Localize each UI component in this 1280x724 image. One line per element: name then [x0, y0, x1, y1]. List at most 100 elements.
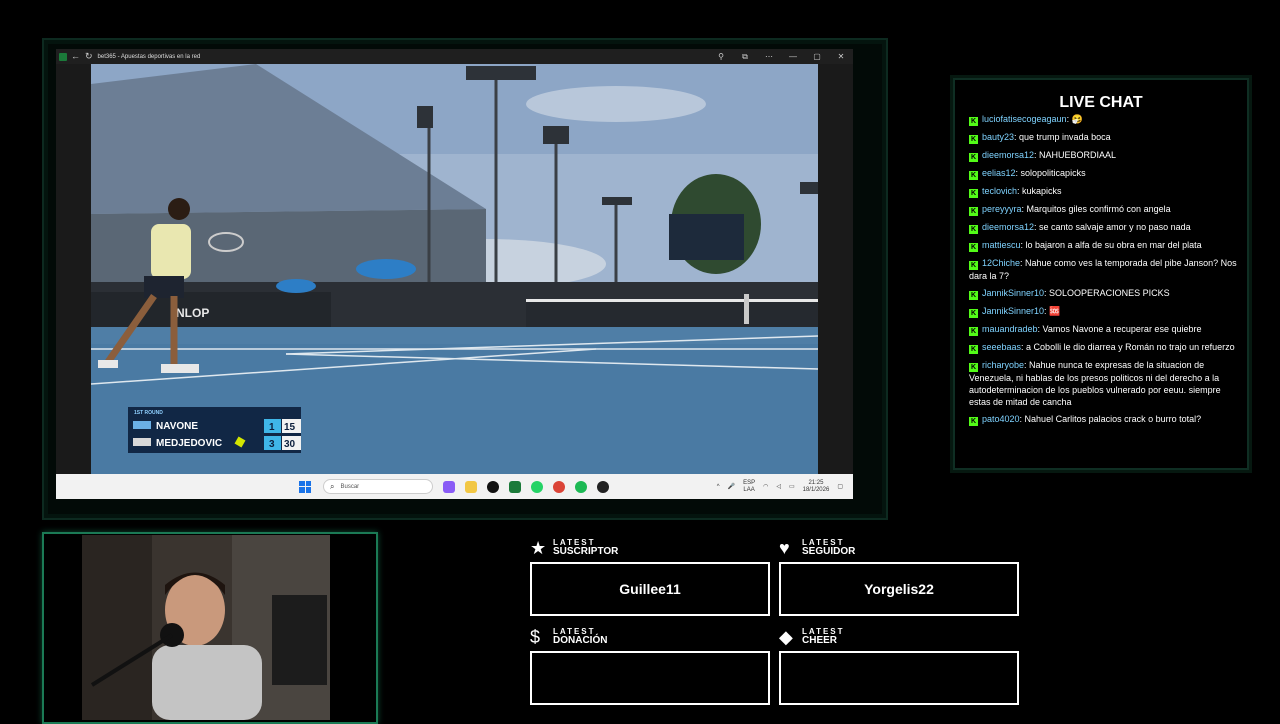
chat-text: : que trump invada boca [1014, 132, 1111, 142]
chat-message-list[interactable]: Kluciofatisecogeagaun: 🤧 Kbauty23: que tr… [969, 113, 1239, 453]
bet365-app-icon[interactable] [509, 480, 521, 493]
latest-cheer-value [779, 651, 1019, 705]
chat-message: K 12Chiche: Nahue como ves la temporada d… [969, 257, 1239, 282]
webcam-video [82, 535, 330, 720]
sponsor-text: NLOP [176, 306, 209, 320]
more-menu-icon[interactable]: ⋯ [757, 52, 781, 61]
chat-title: LIVE CHAT [1059, 94, 1143, 111]
chat-message: Kdieemorsa12: se canto salvaje amor y no… [969, 221, 1239, 234]
chrome-icon[interactable] [553, 480, 565, 493]
player2-points: 30 [284, 439, 296, 450]
player1-name: NAVONE [156, 421, 198, 432]
search-icon: ⌕ [330, 481, 335, 491]
whatsapp-icon[interactable] [531, 480, 543, 493]
chat-username[interactable]: bauty23 [982, 132, 1014, 142]
notifications-icon[interactable]: ▢ [837, 483, 843, 490]
chevron-up-icon[interactable]: ^ [717, 484, 720, 490]
kick-badge-icon: K [969, 225, 978, 234]
widget-label-bottom: CHEER [802, 635, 838, 646]
browser-titlebar: ← ↻ bet365 - Apuestas deportivas en la r… [56, 49, 853, 64]
kick-badge-icon: K [969, 261, 978, 270]
chat-text: : Vamos Navone a recuperar ese quiebre [1037, 324, 1202, 334]
chat-username[interactable]: JannikSinner10 [982, 288, 1044, 298]
score-overlay: 1ST ROUND NAVONE MEDJEDOVIC 1 3 15 30 [128, 407, 301, 453]
kick-badge-icon: K [969, 345, 978, 354]
widget-label-bottom: DONACIÓN [553, 635, 608, 646]
kick-badge-icon: K [969, 207, 978, 216]
kick-badge-icon: K [969, 309, 978, 318]
chat-message: K JannikSinner10: 🆘 [969, 305, 1239, 318]
chat-username[interactable]: luciofatisecogeagaun [982, 114, 1067, 124]
battery-icon[interactable]: ▭ [789, 483, 795, 490]
chat-username[interactable]: teclovich [982, 186, 1017, 196]
file-explorer-icon[interactable] [465, 480, 477, 493]
close-button[interactable]: ✕ [829, 52, 853, 61]
widget-label-bottom: SUSCRIPTOR [553, 546, 619, 557]
dollar-icon: $ [530, 627, 541, 647]
tiktok-icon[interactable] [487, 480, 499, 493]
player2-sets: 3 [269, 439, 275, 450]
collections-icon[interactable]: ⧉ [733, 52, 757, 62]
chat-message: Kbauty23: que trump invada boca [969, 131, 1239, 144]
chat-message: Kpereyyyra: Marquitos giles confirmó con… [969, 203, 1239, 216]
chat-message: Kpato4020: Nahuel Carlitos palacios crac… [969, 413, 1239, 426]
chat-message: K JannikSinner10: SOLOOPERACIONES PICKS [969, 287, 1239, 300]
chat-message: Keelias12: solopoliticapicks [969, 167, 1239, 180]
search-icon[interactable]: ⚲ [709, 52, 733, 61]
kick-badge-icon: K [969, 189, 978, 198]
chat-username[interactable]: dieemorsa12 [982, 222, 1034, 232]
chat-message: Kdieemorsa12: NAHUEBORDIAAL [969, 149, 1239, 162]
chat-text: : a Cobolli le dio diarrea y Román no tr… [1021, 342, 1235, 352]
system-tray: ^ 🎤 ESP LAA ◠ ◁ ▭ 21:25 18/1/2026 ▢ [717, 480, 843, 494]
chat-text: : NAHUEBORDIAAL [1034, 150, 1117, 160]
chat-username[interactable]: JannikSinner10 [982, 306, 1044, 316]
chat-text: : kukapicks [1017, 186, 1062, 196]
latest-seguidor-value: Yorgelis22 [779, 562, 1019, 616]
kick-badge-icon: K [969, 117, 978, 126]
chat-username[interactable]: richaryobe [982, 360, 1024, 370]
volume-icon[interactable]: ◁ [776, 483, 781, 490]
kick-badge-icon: K [969, 291, 978, 300]
chat-username[interactable]: pereyyyra [982, 204, 1022, 214]
obs-icon[interactable] [597, 480, 609, 493]
chat-text: : 🆘 [1044, 306, 1061, 316]
chat-username[interactable]: eelias12 [982, 168, 1016, 178]
maximize-button[interactable]: ▢ [805, 52, 829, 61]
bet365-favicon-icon [59, 52, 67, 61]
chat-text: : se canto salvaje amor y no paso nada [1034, 222, 1191, 232]
taskbar-search-placeholder: Buscar [340, 483, 360, 490]
copilot-icon[interactable] [443, 480, 455, 493]
latest-donacion-value [530, 651, 770, 705]
tennis-video-player[interactable]: NLOP 1ST ROUND NAVONE MEDJEDOVIC 1 3 15 … [56, 64, 853, 474]
chat-message: Kseeebaas: a Cobolli le dio diarrea y Ro… [969, 341, 1239, 354]
star-icon: ★ [530, 538, 547, 558]
chat-message: Kmattiescu: lo bajaron a alfa de su obra… [969, 239, 1239, 252]
wifi-icon[interactable]: ◠ [763, 483, 768, 490]
windows-start-icon[interactable] [299, 480, 311, 493]
chat-username[interactable]: 12Chiche [982, 258, 1020, 268]
chat-username[interactable]: pato4020 [982, 414, 1020, 424]
minimize-button[interactable]: — [781, 52, 805, 61]
language-indicator[interactable]: ESP LAA [743, 480, 755, 494]
chat-message: Kluciofatisecogeagaun: 🤧 [969, 113, 1239, 126]
microphone-icon[interactable]: 🎤 [728, 483, 735, 490]
taskbar-search-box[interactable]: ⌕ Buscar [323, 479, 433, 494]
taskbar-clock[interactable]: 21:25 18/1/2026 [803, 480, 830, 494]
chat-text: : solopoliticapicks [1015, 168, 1086, 178]
chat-username[interactable]: mattiescu [982, 240, 1021, 250]
back-arrow-icon[interactable]: ← [71, 52, 80, 61]
reload-icon[interactable]: ↻ [85, 52, 93, 61]
chat-text: : Marquitos giles confirmó con angela [1021, 204, 1171, 214]
latest-cheer-widget: ◆ LATEST CHEER [779, 627, 1019, 705]
round-label: 1ST ROUND [134, 410, 163, 416]
latest-donacion-widget: $ LATEST DONACIÓN [530, 627, 770, 705]
chat-text: : SOLOOPERACIONES PICKS [1044, 288, 1170, 298]
spotify-icon[interactable] [575, 480, 587, 493]
live-chat-panel: LIVE CHAT Kluciofatisecogeagaun: 🤧 Kbauty… [953, 78, 1249, 470]
diamond-icon: ◆ [779, 627, 793, 647]
latest-suscriptor-widget: ★ LATEST SUSCRIPTOR Guillee11 [530, 538, 770, 616]
chat-username[interactable]: seeebaas [982, 342, 1021, 352]
chat-username[interactable]: dieemorsa12 [982, 150, 1034, 160]
player1-sets: 1 [269, 422, 275, 433]
chat-username[interactable]: mauandradeb [982, 324, 1038, 334]
